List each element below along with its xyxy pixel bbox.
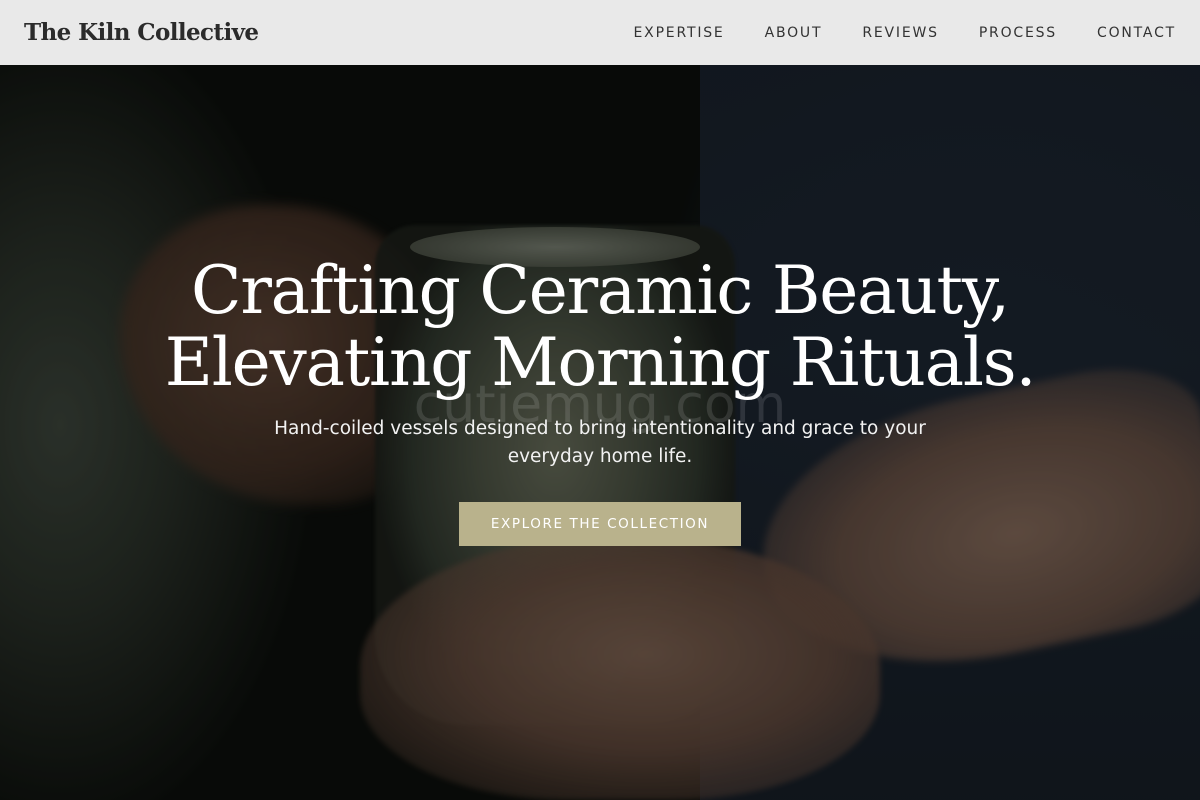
explore-collection-button[interactable]: EXPLORE THE COLLECTION [459, 502, 741, 546]
hero-subtitle: Hand-coiled vessels designed to bring in… [260, 415, 940, 471]
hero-subtitle-line-1: Hand-coiled vessels designed to bring in… [274, 418, 926, 439]
hero-subtitle-line-2: everyday home life. [507, 446, 693, 467]
nav-link-about[interactable]: ABOUT [765, 25, 823, 41]
brand-logo-link[interactable]: The Kiln Collective [24, 19, 259, 46]
nav-link-reviews[interactable]: REVIEWS [862, 25, 938, 41]
hero-content: Crafting Ceramic Beauty, Elevating Morni… [0, 65, 1200, 800]
site-header: The Kiln Collective EXPERTISE ABOUT REVI… [0, 0, 1200, 65]
nav-link-contact[interactable]: CONTACT [1097, 25, 1176, 41]
main-nav: EXPERTISE ABOUT REVIEWS PROCESS CONTACT [634, 25, 1176, 41]
hero-title-line-1: Crafting Ceramic Beauty, [191, 252, 1010, 329]
nav-link-expertise[interactable]: EXPERTISE [634, 25, 725, 41]
nav-link-process[interactable]: PROCESS [979, 25, 1057, 41]
